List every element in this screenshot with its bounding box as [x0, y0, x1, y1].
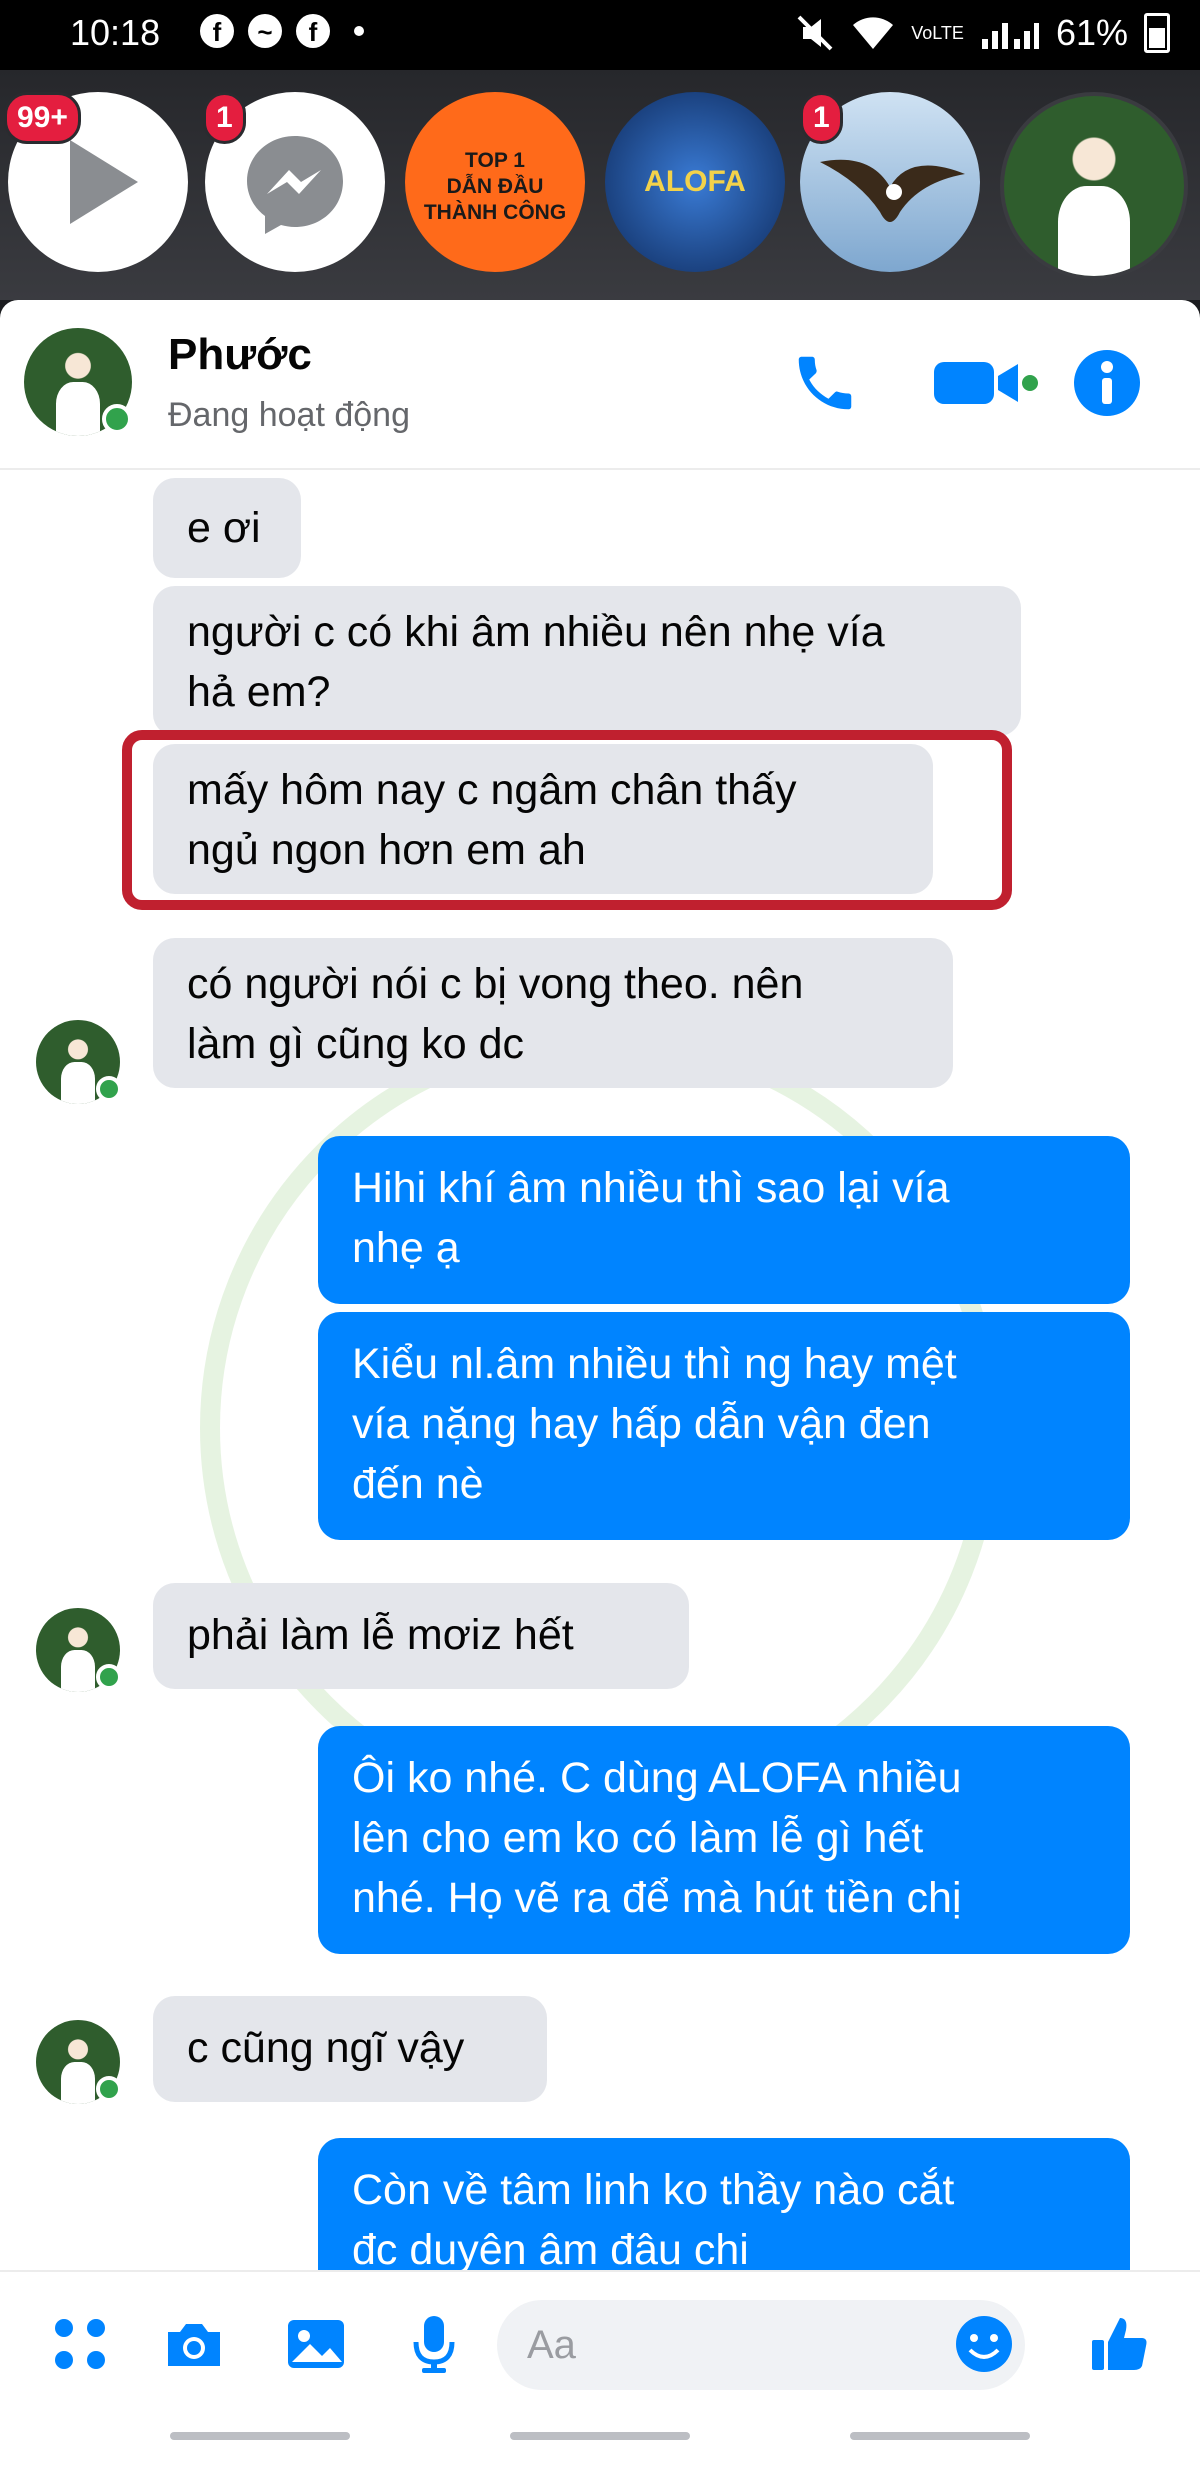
- message-line: hả em?: [187, 668, 331, 716]
- avatar-figure: [1058, 186, 1130, 276]
- active-status: Đang hoạt động: [168, 396, 410, 434]
- message-line: làm gì cũng ko dc: [187, 1020, 525, 1068]
- avatar-figure: [56, 382, 100, 436]
- message-input[interactable]: [497, 2300, 1025, 2390]
- online-indicator: [96, 2076, 122, 2102]
- message-line: đến nè: [352, 1460, 484, 1508]
- signal-icon: [981, 23, 1039, 49]
- chat-heads-bar: 99+ 1 TOP 1 DẪN ĐẦU THÀNH CÔNG ALOFA 1: [0, 70, 1200, 300]
- message-line: Ôi ko nhé. C dùng ALOFA nhiều: [352, 1754, 962, 1802]
- status-time: 10:18: [70, 12, 161, 53]
- online-indicator: [96, 1664, 122, 1690]
- unread-badge: 99+: [4, 92, 81, 144]
- like-icon[interactable]: [1088, 2312, 1152, 2376]
- unread-badge: 1: [800, 92, 843, 144]
- message-line: c cũng ngĩ vậy: [187, 2024, 465, 2072]
- avatar-figure: [61, 2062, 95, 2104]
- message-composer: [0, 2270, 1200, 2412]
- avatar-figure: [61, 1650, 95, 1692]
- camera-icon[interactable]: [162, 2312, 226, 2376]
- battery-icon: [1144, 13, 1170, 53]
- nav-home[interactable]: [510, 2432, 690, 2440]
- status-bar: 10:18 f ~ f VoLTE 61%: [0, 0, 1200, 70]
- avatar-figure: [61, 1062, 95, 1104]
- phone-icon[interactable]: [790, 348, 860, 418]
- menu-grid-icon[interactable]: [48, 2312, 112, 2376]
- more-dot-icon: [354, 26, 364, 36]
- message-line: đc duyên âm đâu chi: [352, 2226, 749, 2274]
- message-line: nhẹ ạ: [352, 1224, 460, 1272]
- contact-chat-head[interactable]: [1000, 92, 1188, 280]
- contact-name[interactable]: Phước: [168, 330, 312, 380]
- message-line: phải làm lễ mơiz hết: [187, 1611, 574, 1659]
- emoji-icon[interactable]: [952, 2312, 1016, 2376]
- system-nav-bar: [0, 2410, 1200, 2469]
- message-line: người c có khi âm nhiều nên nhẹ vía: [187, 608, 885, 656]
- chat-header: Phước Đang hoạt động: [0, 300, 1200, 470]
- system-icons: VoLTE 61%: [795, 12, 1170, 54]
- chat-head-line: DẪN ĐẦU: [446, 175, 544, 198]
- message-line: Hihi khí âm nhiều thì sao lại vía: [352, 1164, 950, 1212]
- messenger-icon: ~: [248, 14, 282, 48]
- message-list[interactable]: ALOFA e ơi người c có khi âm nhiều nên n…: [0, 468, 1200, 2276]
- top1-chat-head[interactable]: TOP 1 DẪN ĐẦU THÀNH CÔNG: [405, 92, 585, 272]
- video-call-icon[interactable]: [930, 352, 1040, 414]
- info-icon[interactable]: [1072, 348, 1142, 418]
- highlight-frame: [122, 730, 1012, 910]
- incoming-message[interactable]: e ơi: [153, 478, 301, 578]
- outgoing-message[interactable]: Còn về tâm linh ko thầy nào cắt đc duyên…: [318, 2138, 1130, 2276]
- network-type: VoLTE: [911, 23, 964, 43]
- outgoing-message[interactable]: Hihi khí âm nhiều thì sao lại vía nhẹ ạ: [318, 1136, 1130, 1304]
- conversation-window: Phước Đang hoạt động ALOFA e ơi người c …: [0, 300, 1200, 2310]
- message-line: Kiểu nl.âm nhiều thì ng hay mệt: [352, 1340, 957, 1388]
- message-line: lên cho em ko có làm lễ gì hết: [352, 1814, 924, 1862]
- unread-badge: 1: [203, 92, 246, 144]
- chat-head-logo-text: ALOFA: [644, 165, 746, 198]
- gallery-icon[interactable]: [284, 2312, 348, 2376]
- outgoing-message[interactable]: Kiểu nl.âm nhiều thì ng hay mệt vía nặng…: [318, 1312, 1130, 1540]
- chat-head-line: TOP 1: [465, 149, 525, 172]
- incoming-message[interactable]: c cũng ngĩ vậy: [153, 1996, 547, 2102]
- message-line: có người nói c bị vong theo. nên: [187, 960, 804, 1008]
- outgoing-message[interactable]: Ôi ko nhé. C dùng ALOFA nhiều lên cho em…: [318, 1726, 1130, 1954]
- message-line: vía nặng hay hấp dẫn vận đen: [352, 1400, 931, 1448]
- battery-percent: 61%: [1055, 12, 1128, 53]
- chat-head-line: THÀNH CÔNG: [423, 201, 567, 224]
- online-indicator: [96, 1076, 122, 1102]
- nav-recents[interactable]: [170, 2432, 350, 2440]
- online-indicator: [102, 404, 132, 434]
- facebook-icon: f: [200, 14, 234, 48]
- microphone-icon[interactable]: [402, 2312, 466, 2376]
- message-line: nhé. Họ vẽ ra để mà hút tiền chị: [352, 1874, 962, 1922]
- mute-icon: [797, 15, 833, 51]
- message-line: e ơi: [187, 504, 261, 552]
- facebook-icon: f: [296, 14, 330, 48]
- notification-icons: f ~ f: [200, 14, 364, 48]
- incoming-message[interactable]: có người nói c bị vong theo. nên làm gì …: [153, 938, 953, 1088]
- alofa-chat-head[interactable]: ALOFA: [605, 92, 785, 272]
- wifi-icon: [853, 17, 894, 49]
- incoming-message[interactable]: người c có khi âm nhiều nên nhẹ vía hả e…: [153, 586, 1021, 736]
- message-line: Còn về tâm linh ko thầy nào cắt: [352, 2166, 955, 2214]
- incoming-message[interactable]: phải làm lễ mơiz hết: [153, 1583, 689, 1689]
- nav-back[interactable]: [850, 2432, 1030, 2440]
